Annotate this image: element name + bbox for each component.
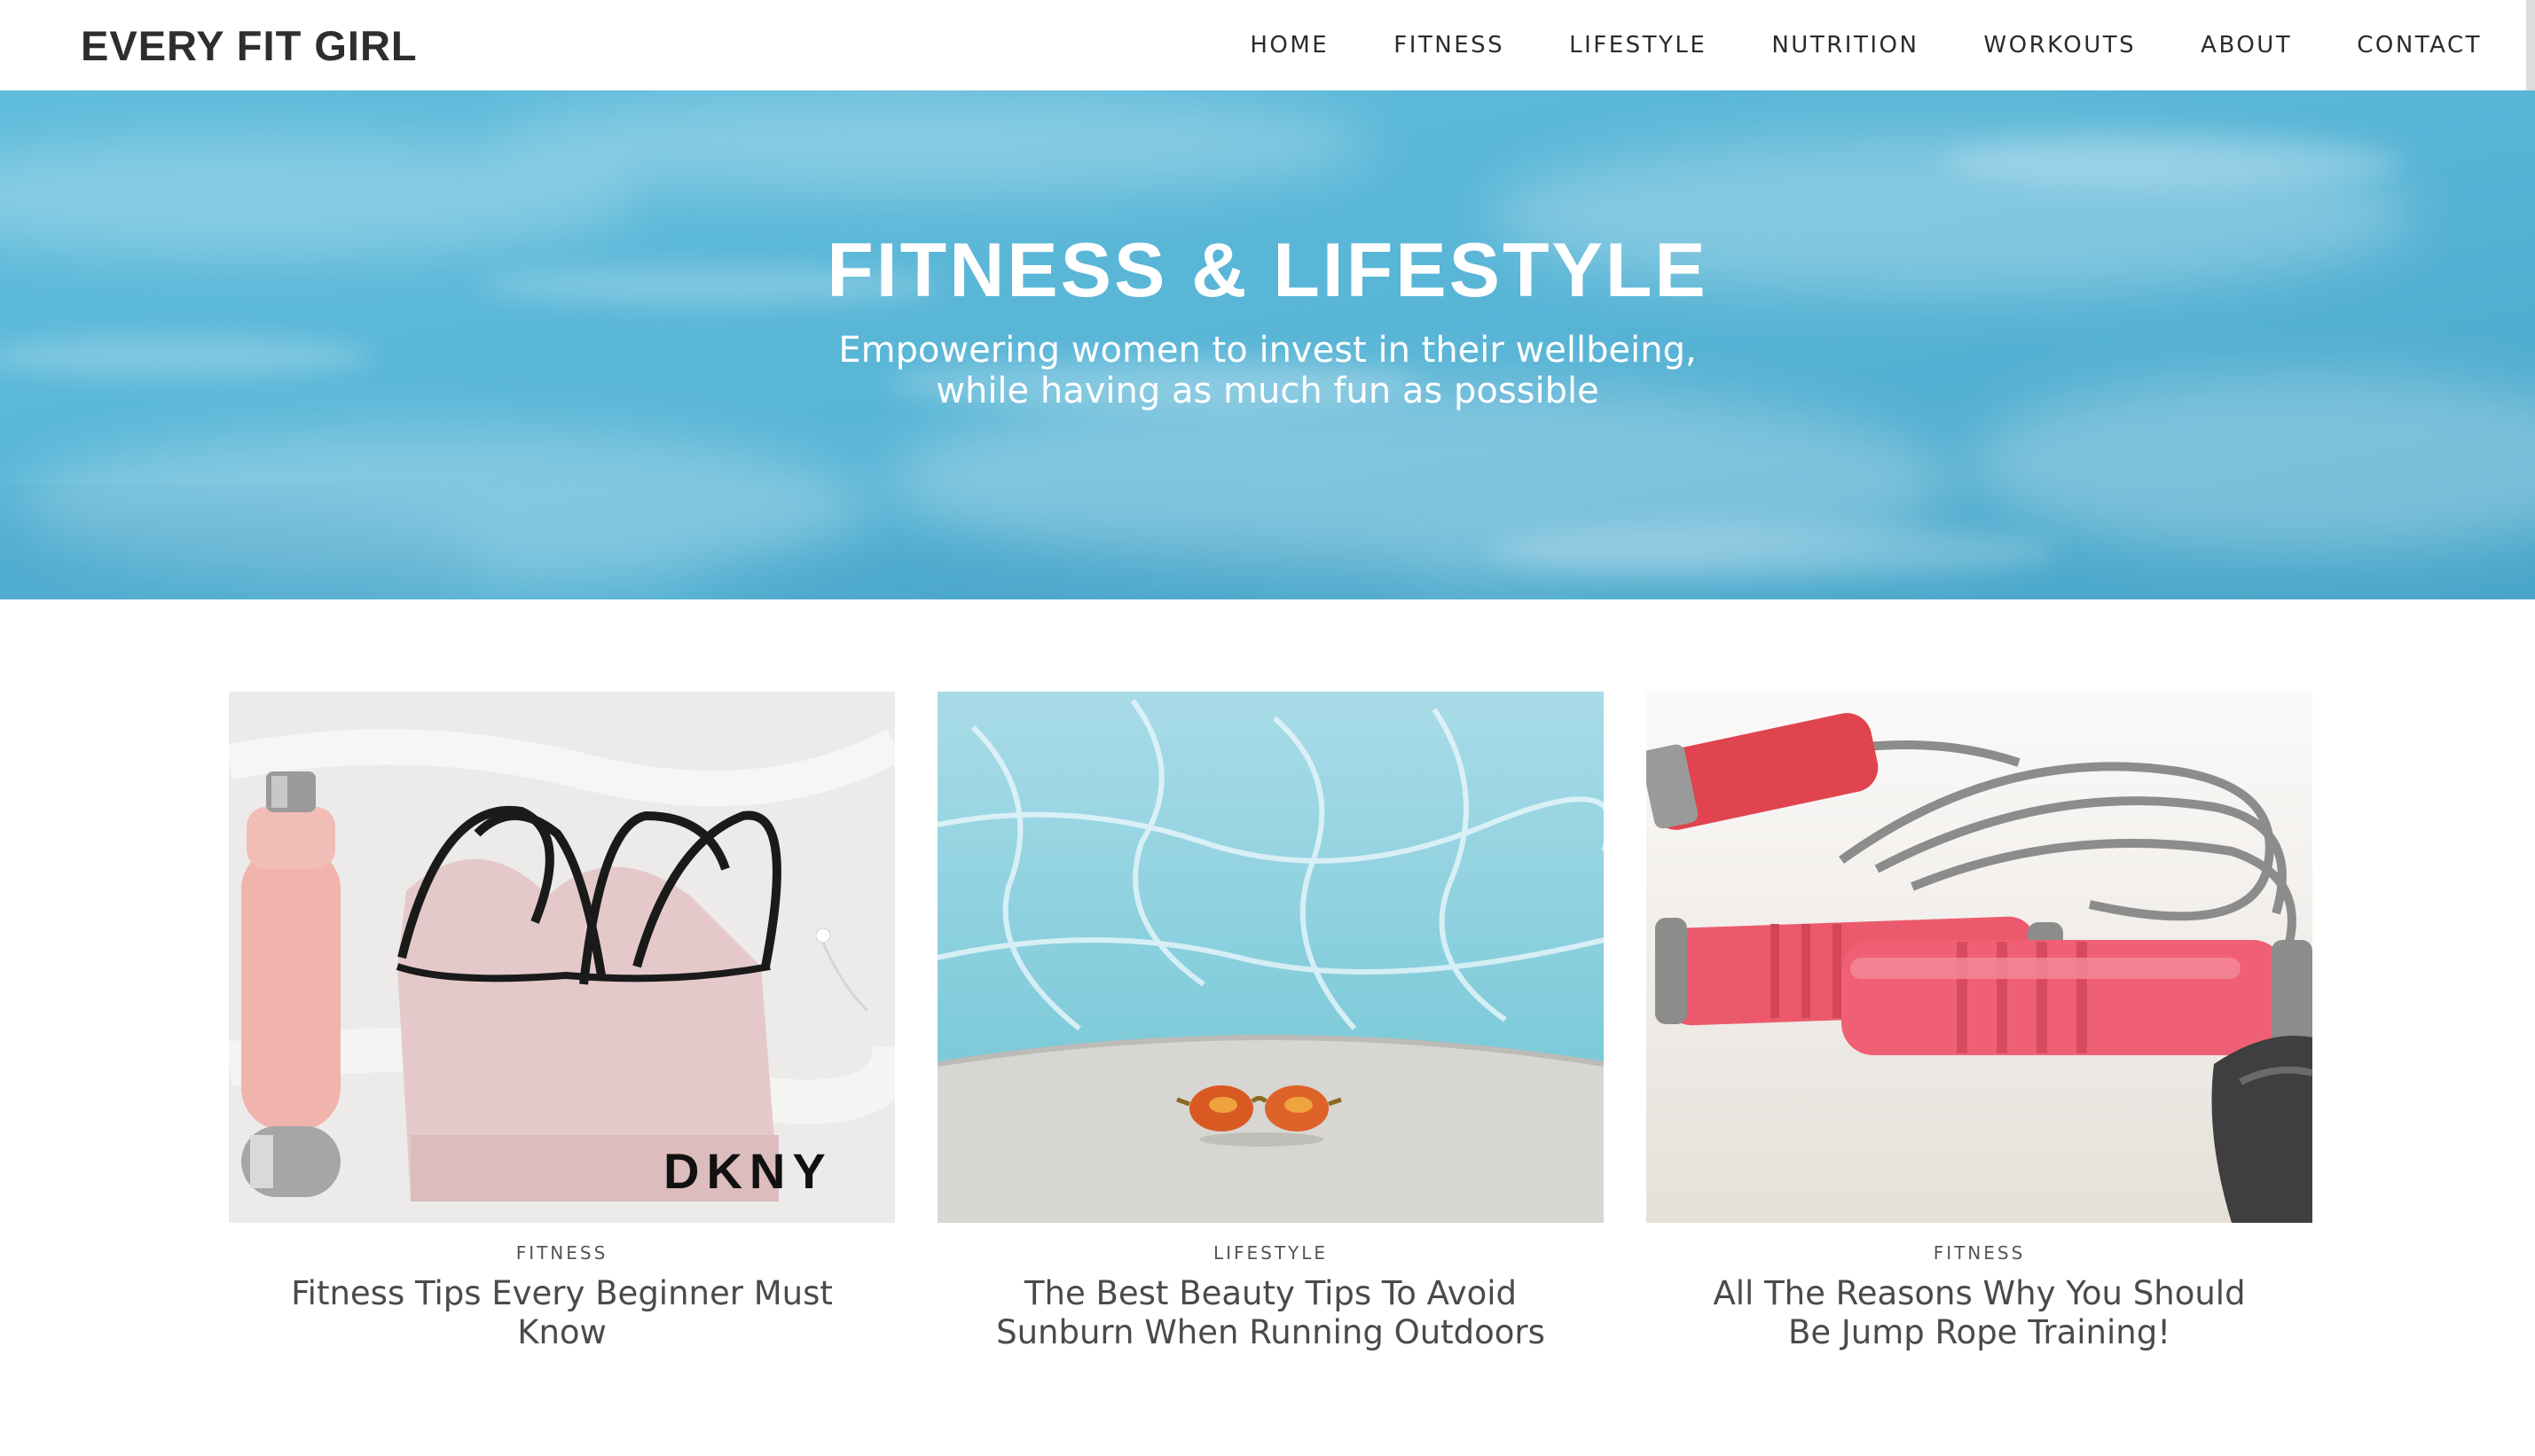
main-nav: HOME FITNESS LIFESTYLE NUTRITION WORKOUT… <box>1250 32 2482 59</box>
post-category[interactable]: FITNESS <box>229 1242 895 1264</box>
post-card[interactable]: LIFESTYLE The Best Beauty Tips To Avoid … <box>938 692 1604 1352</box>
dkny-logo-text: DKNY <box>663 1143 833 1199</box>
site-logo[interactable]: EVERY FIT GIRL <box>81 21 418 70</box>
nav-home[interactable]: HOME <box>1250 32 1329 59</box>
post-image-pool-sunglasses[interactable] <box>938 692 1604 1223</box>
post-grid: DKNY FITNESS Fitness Tips Every Beginner… <box>229 692 2313 1352</box>
post-title[interactable]: All The Reasons Why You Should Be Jump R… <box>1696 1274 2264 1352</box>
nav-workouts[interactable]: WORKOUTS <box>1983 32 2136 59</box>
hero-subtitle: Empowering women to invest in their well… <box>0 330 2535 411</box>
site-header: EVERY FIT GIRL HOME FITNESS LIFESTYLE NU… <box>0 0 2535 90</box>
nav-fitness[interactable]: FITNESS <box>1393 32 1504 59</box>
post-image-jump-rope[interactable] <box>1646 692 2312 1223</box>
hero-banner: FITNESS & LIFESTYLE Empowering women to … <box>0 90 2535 599</box>
nav-about[interactable]: ABOUT <box>2201 32 2292 59</box>
hero-title: FITNESS & LIFESTYLE <box>827 228 1708 313</box>
post-card[interactable]: FITNESS All The Reasons Why You Should B… <box>1646 692 2312 1352</box>
post-category[interactable]: FITNESS <box>1646 1242 2312 1264</box>
post-title[interactable]: The Best Beauty Tips To Avoid Sunburn Wh… <box>987 1274 1555 1352</box>
nav-nutrition[interactable]: NUTRITION <box>1771 32 1919 59</box>
nav-lifestyle[interactable]: LIFESTYLE <box>1569 32 1707 59</box>
hero-content: FITNESS & LIFESTYLE Empowering women to … <box>0 90 2535 599</box>
nav-contact[interactable]: CONTACT <box>2357 32 2482 59</box>
post-category[interactable]: LIFESTYLE <box>938 1242 1604 1264</box>
post-card[interactable]: DKNY FITNESS Fitness Tips Every Beginner… <box>229 692 895 1352</box>
hero-subtitle-line-1: Empowering women to invest in their well… <box>838 330 1697 371</box>
hero-subtitle-line-2: while having as much fun as possible <box>936 371 1599 411</box>
post-title[interactable]: Fitness Tips Every Beginner Must Know <box>279 1274 846 1352</box>
post-image-sports-bra[interactable]: DKNY <box>229 692 895 1223</box>
